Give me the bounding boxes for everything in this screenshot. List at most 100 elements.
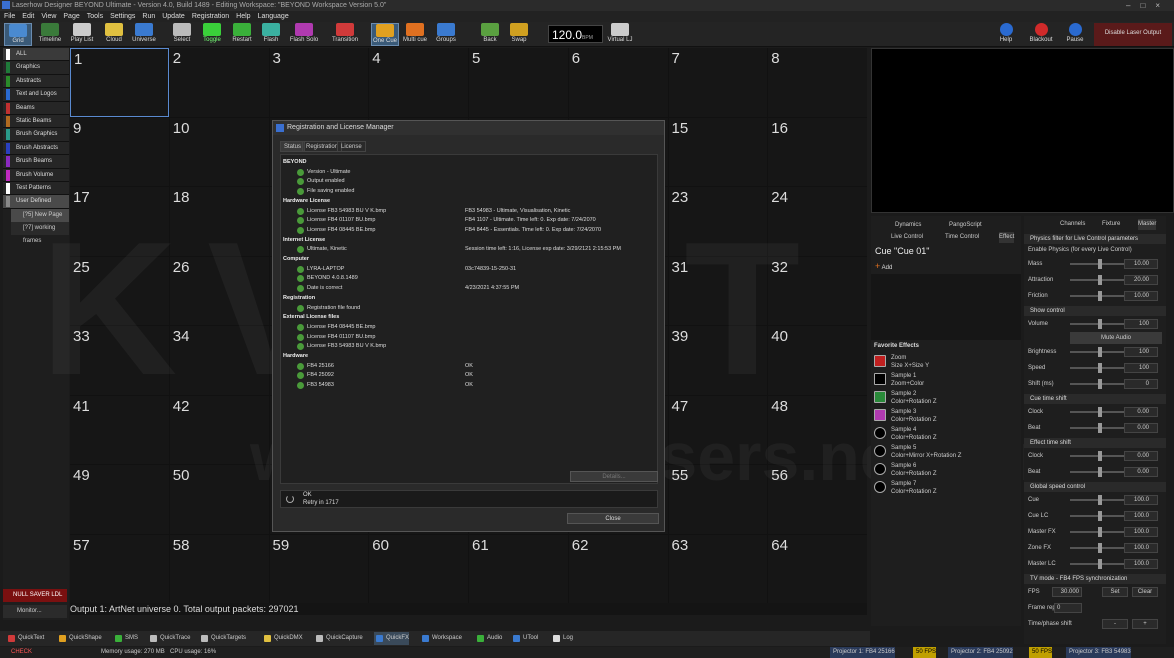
slider-handle[interactable] — [1098, 379, 1102, 389]
toolbar-back-button[interactable]: Back — [478, 23, 502, 46]
cue-cell[interactable]: 50 — [169, 465, 269, 534]
value-spinner[interactable]: 100.0 — [1124, 527, 1158, 537]
cue-cell[interactable]: 60 — [369, 534, 468, 603]
toolbar-timeline-button[interactable]: Timeline — [36, 23, 64, 46]
cue-cell[interactable]: 15 — [668, 117, 768, 186]
cue-cell[interactable]: 9 — [70, 117, 169, 186]
cue-cell[interactable]: 2 — [169, 48, 269, 117]
value-spinner[interactable]: 0.00 — [1124, 467, 1158, 477]
tab-master[interactable]: Master — [1138, 219, 1157, 230]
cue-cell[interactable]: 59 — [269, 534, 369, 603]
quicktool-quickfx[interactable]: QuickFX — [374, 632, 410, 645]
tab-registration[interactable]: Registration — [302, 141, 343, 152]
value-spinner[interactable]: 100 — [1124, 319, 1158, 329]
value-spinner[interactable]: 0.00 — [1124, 407, 1158, 417]
category-graphics[interactable]: Graphics — [3, 61, 69, 75]
cue-cell[interactable]: 57 — [70, 534, 169, 603]
tab-time-control[interactable]: Time Control — [945, 232, 979, 243]
cue-cell[interactable]: 34 — [169, 326, 269, 395]
slider-handle[interactable] — [1098, 559, 1102, 569]
menu-language[interactable]: Language — [258, 13, 289, 20]
tab-dynamics[interactable]: Dynamics — [895, 220, 921, 231]
cue-cell[interactable]: 6 — [568, 48, 668, 117]
menu-view[interactable]: View — [41, 13, 56, 20]
minus-button[interactable]: - — [1102, 619, 1128, 629]
value-spinner[interactable]: 20.00 — [1124, 275, 1158, 285]
clear-button[interactable]: Clear — [1132, 587, 1158, 597]
cue-cell[interactable]: 31 — [668, 256, 768, 325]
slider-handle[interactable] — [1098, 347, 1102, 357]
category-brush-volume[interactable]: Brush Volume — [3, 168, 69, 182]
cue-cell[interactable]: 5 — [469, 48, 568, 117]
cue-cell[interactable]: 61 — [469, 534, 568, 603]
menu-update[interactable]: Update — [162, 13, 185, 20]
toolbar-multi-cue-button[interactable]: Multi cue — [400, 23, 430, 46]
cue-cell[interactable]: 25 — [70, 256, 169, 325]
laser-preview[interactable] — [871, 48, 1174, 213]
quicktool-audio[interactable]: Audio — [475, 632, 502, 645]
slider-handle[interactable] — [1098, 259, 1102, 269]
category-test-patterns[interactable]: Test Patterns — [3, 181, 69, 196]
slider-handle[interactable] — [1098, 543, 1102, 553]
quicktool-quicktargets[interactable]: QuickTargets — [199, 632, 246, 645]
favorite-effect[interactable]: Sample 5 Color+Mirror X+Rotation Z — [871, 443, 1021, 461]
category-text-and-logos[interactable]: Text and Logos — [3, 88, 69, 102]
toolbar-cloud-button[interactable]: Cloud — [100, 23, 128, 46]
tab-channels[interactable]: Channels — [1060, 219, 1085, 230]
value-spinner[interactable]: 0 — [1124, 379, 1158, 389]
physics-filter-header[interactable]: Physics filter for Live Control paramete… — [1024, 234, 1166, 244]
category-brush-beams[interactable]: Brush Beams — [3, 155, 69, 169]
projector-2[interactable]: Projector 2: FB4 25092 — [948, 647, 1013, 658]
toolbar-select-button[interactable]: Select — [168, 23, 196, 46]
cue-cell[interactable]: 58 — [169, 534, 269, 603]
disable-laser-output-button[interactable]: Disable Laser Output — [1094, 23, 1172, 46]
blackout-button[interactable]: Blackout — [1026, 23, 1056, 46]
cue-cell[interactable]: 47 — [668, 395, 768, 464]
cue-cell[interactable]: 3 — [269, 48, 369, 117]
toolbar-swap-button[interactable]: Swap — [507, 23, 531, 46]
favorite-effect[interactable]: Sample 2 Color+Rotation Z — [871, 389, 1021, 407]
slider-handle[interactable] — [1098, 275, 1102, 285]
cue-cell[interactable]: 40 — [768, 326, 867, 395]
value-spinner[interactable]: 100 — [1124, 363, 1158, 373]
tab-pangoscript[interactable]: PangoScript — [949, 220, 982, 231]
frame-rep-input[interactable]: 0 — [1054, 603, 1082, 613]
toolbar-virtual-lj-button[interactable]: Virtual LJ — [606, 23, 634, 46]
pause-button[interactable]: Pause — [1063, 23, 1087, 46]
category-brush-graphics[interactable]: Brush Graphics — [3, 128, 69, 142]
cue-cell[interactable]: 41 — [70, 395, 169, 464]
quicktool-utool[interactable]: UTool — [511, 632, 538, 645]
value-spinner[interactable]: 100.0 — [1124, 495, 1158, 505]
category-abstracts[interactable]: Abstracts — [3, 74, 69, 89]
favorite-effect[interactable]: Sample 1 Zoom+Color — [871, 371, 1021, 389]
menu-run[interactable]: Run — [142, 13, 155, 20]
cue-cell[interactable]: 4 — [369, 48, 468, 117]
cue-cell[interactable]: 1 — [70, 48, 169, 117]
category-static-beams[interactable]: Static Beams — [3, 114, 69, 129]
value-spinner[interactable]: 100.0 — [1124, 543, 1158, 553]
projector-3[interactable]: Projector 3: FB3 54983 — [1066, 647, 1131, 658]
tab-effect[interactable]: Effect — [999, 232, 1015, 243]
value-spinner[interactable]: 100.0 — [1124, 559, 1158, 569]
toolbar-universe-button[interactable]: Universe — [130, 23, 158, 46]
effect-list-area[interactable] — [871, 274, 1021, 340]
value-spinner[interactable]: 10.00 — [1124, 259, 1158, 269]
toolbar-restart-button[interactable]: Restart — [228, 23, 256, 46]
toolbar-transition-button[interactable]: Transition — [326, 23, 364, 46]
favorite-effect[interactable]: Sample 6 Color+Rotation Z — [871, 461, 1021, 479]
favorite-effect[interactable]: Sample 3 Color+Rotation Z — [871, 407, 1021, 425]
favorite-effect[interactable]: Sample 4 Color+Rotation Z — [871, 425, 1021, 443]
toolbar-groups-button[interactable]: Groups — [432, 23, 460, 46]
slider-handle[interactable] — [1098, 467, 1102, 477]
cue-cell[interactable]: 64 — [768, 534, 867, 603]
quicktool-sms[interactable]: SMS — [113, 632, 138, 645]
quicktool-quickdmx[interactable]: QuickDMX — [262, 632, 303, 645]
quicktool-log[interactable]: Log — [551, 632, 573, 645]
quicktool-quickcapture[interactable]: QuickCapture — [314, 632, 363, 645]
quicktool-quicktext[interactable]: QuickText — [6, 632, 44, 645]
add-effect-button[interactable]: + Add — [875, 261, 892, 271]
category-user-defined[interactable]: User Defined — [3, 195, 69, 209]
slider-handle[interactable] — [1098, 319, 1102, 329]
quicktool-quickshape[interactable]: QuickShape — [57, 632, 102, 645]
cue-cell[interactable]: 63 — [668, 534, 768, 603]
